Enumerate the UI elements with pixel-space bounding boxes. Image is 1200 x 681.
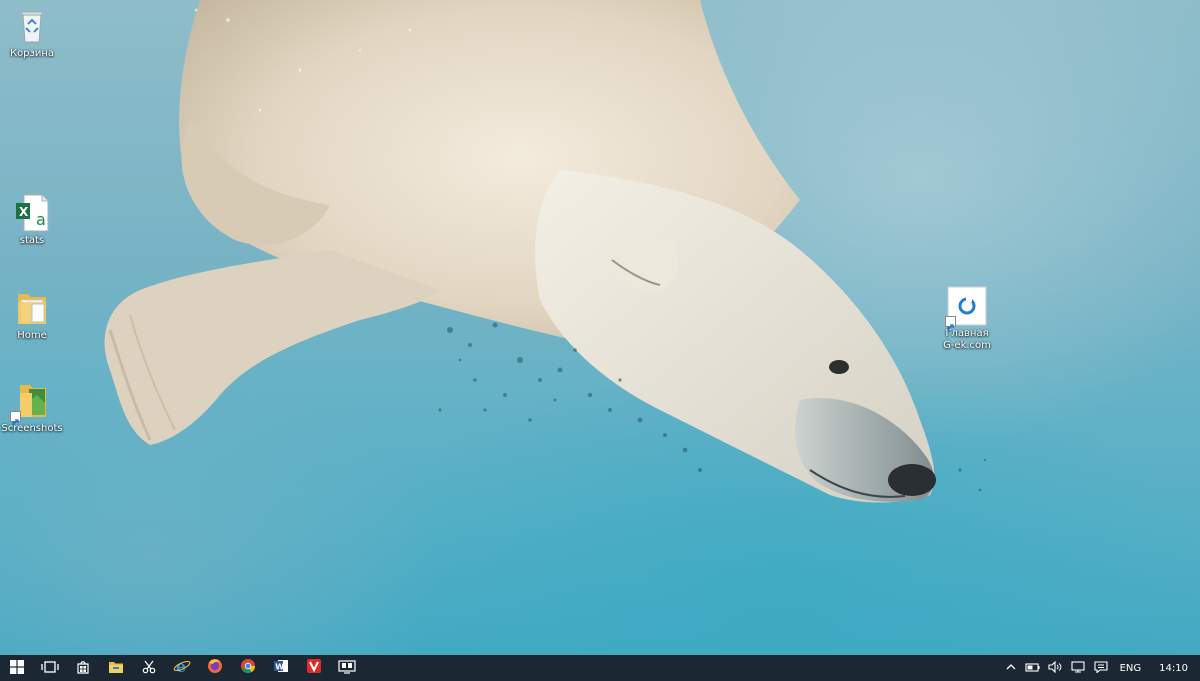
remote-desktop-button[interactable] xyxy=(330,655,363,681)
task-view-button[interactable] xyxy=(33,655,66,681)
shortcut-arrow-icon xyxy=(945,316,956,331)
svg-text:a: a xyxy=(36,210,46,229)
store-button[interactable] xyxy=(66,655,99,681)
svg-text:e: e xyxy=(176,658,186,674)
action-center-button[interactable] xyxy=(1090,655,1112,681)
scissors-app-button[interactable] xyxy=(132,655,165,681)
desktop[interactable]: Корзина a X stats Home Screenshots Главн… xyxy=(0,0,1200,655)
battery-icon xyxy=(1024,661,1040,676)
windows-logo-icon xyxy=(9,659,24,678)
notification-icon xyxy=(1094,660,1108,676)
scissors-icon xyxy=(142,659,156,678)
folder-icon xyxy=(12,288,52,328)
desktop-icon-home[interactable]: Home xyxy=(0,288,64,342)
vivaldi-icon xyxy=(306,658,322,678)
desktop-icon-label: Корзина xyxy=(9,48,55,59)
clock[interactable]: 14:10 xyxy=(1149,655,1200,681)
desktop-icon-label: stats xyxy=(19,235,45,246)
desktop-icon-label: Home xyxy=(17,330,47,341)
wallpaper-polar-bear xyxy=(104,0,987,503)
desktop-icon-g-ek-shortcut[interactable]: Главная G-ek.com xyxy=(935,286,999,352)
store-bag-icon xyxy=(76,659,90,678)
show-hidden-icons-button[interactable] xyxy=(1002,655,1020,681)
task-view-icon xyxy=(40,659,59,678)
svg-text:W: W xyxy=(275,662,284,671)
firefox-icon xyxy=(207,658,223,678)
desktop-icon-label: Screenshots xyxy=(1,423,63,434)
monitor-icon xyxy=(337,659,356,678)
battery-button[interactable] xyxy=(1020,655,1044,681)
folder-shortcut-icon xyxy=(10,381,52,426)
svg-text:X: X xyxy=(19,205,29,219)
vivaldi-button[interactable] xyxy=(297,655,330,681)
taskbar: e W ENG 14:10 xyxy=(0,655,1200,681)
chevron-up-icon xyxy=(1006,663,1016,674)
system-tray: ENG 14:10 xyxy=(1002,655,1200,681)
firefox-button[interactable] xyxy=(198,655,231,681)
chrome-icon xyxy=(240,658,256,678)
folder-icon xyxy=(108,659,124,678)
desktop-icon-stats[interactable]: a X stats xyxy=(0,193,64,247)
word-icon: W xyxy=(273,658,289,678)
ie-icon: e xyxy=(173,657,191,678)
shortcut-arrow-icon xyxy=(10,411,21,426)
internet-explorer-button[interactable]: e xyxy=(165,655,198,681)
web-shortcut-icon xyxy=(945,286,987,331)
desktop-icon-recycle-bin[interactable]: Корзина xyxy=(0,6,64,60)
recycle-bin-icon xyxy=(12,6,52,46)
start-button[interactable] xyxy=(0,655,33,681)
excel-file-icon: a X xyxy=(12,193,52,233)
speaker-icon xyxy=(1048,660,1062,676)
file-explorer-button[interactable] xyxy=(99,655,132,681)
word-button[interactable]: W xyxy=(264,655,297,681)
desktop-icon-screenshots[interactable]: Screenshots xyxy=(0,381,64,435)
network-icon xyxy=(1070,660,1086,676)
volume-button[interactable] xyxy=(1044,655,1066,681)
desktop-icon-label: Главная G-ek.com xyxy=(943,328,991,351)
input-language-button[interactable]: ENG xyxy=(1112,655,1150,681)
network-button[interactable] xyxy=(1066,655,1090,681)
chrome-button[interactable] xyxy=(231,655,264,681)
